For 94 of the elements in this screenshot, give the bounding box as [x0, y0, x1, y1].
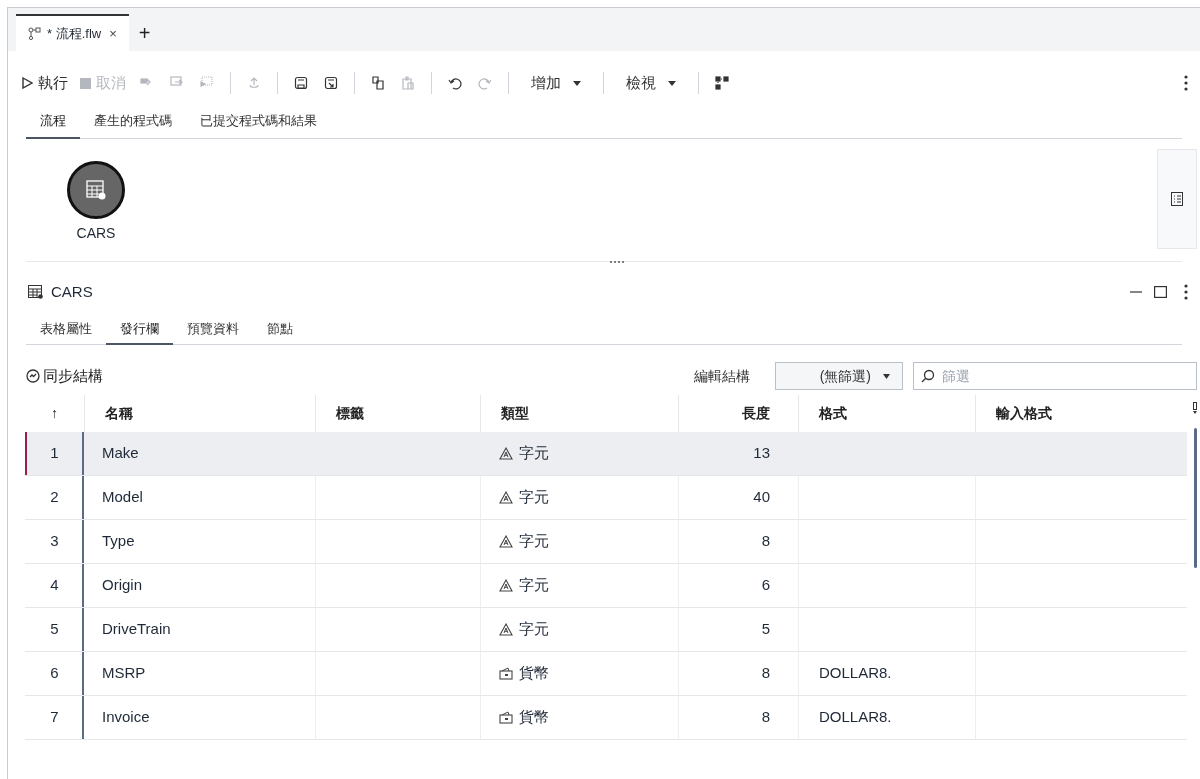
sync-icon [26, 369, 40, 383]
character-type-icon [499, 534, 513, 549]
wallet-icon [499, 711, 513, 724]
table-cell-text: Type [102, 531, 135, 552]
view-tab[interactable]: 節點 [253, 315, 307, 345]
table-cell-text: 40 [753, 487, 770, 508]
character-type-icon [499, 490, 513, 505]
table-cell-text: DriveTrain [102, 619, 171, 640]
table-cell-text: 字元 [519, 443, 549, 464]
table-cell-text: DOLLAR8. [819, 707, 892, 728]
search-field[interactable]: 篩選 [913, 362, 1197, 390]
save-icon[interactable] [294, 76, 308, 90]
save-as-icon[interactable] [324, 76, 338, 90]
table-cell-text: Model [102, 487, 143, 508]
splitter-handle[interactable] [609, 260, 625, 264]
view-tab[interactable]: 產生的程式碼 [80, 105, 186, 139]
sort-button[interactable]: ↑ [51, 403, 58, 424]
caret-icon [573, 80, 581, 86]
caret-icon [668, 80, 676, 86]
table-cell-text: 8 [761, 531, 770, 552]
table-row[interactable]: 1 Make 字元 13 [25, 432, 1187, 476]
flow-icon [28, 27, 41, 40]
table-icon [28, 285, 43, 299]
file-tab[interactable]: * 流程.flw × [16, 14, 129, 51]
table-node[interactable] [67, 161, 125, 219]
table-row[interactable]: 5 DriveTrain 字元 5 [25, 608, 1187, 652]
close-button[interactable]: × [109, 23, 117, 44]
wallet-icon [499, 667, 513, 680]
more-icon[interactable] [1184, 75, 1188, 91]
table-cell-text: Invoice [102, 707, 150, 728]
row-number: 3 [50, 531, 59, 552]
table-cell-text: 字元 [519, 575, 549, 596]
row-number: 4 [50, 575, 59, 596]
filter-dropdown[interactable]: (無篩選) [775, 362, 903, 390]
view-tab[interactable]: 預覽資料 [173, 315, 253, 345]
column-header: 輸入格式 [996, 404, 1052, 423]
table-icon [86, 180, 106, 200]
table-row[interactable]: 4 Origin 字元 6 [25, 564, 1187, 608]
row-number: 7 [50, 707, 59, 728]
table-cell-text: Make [102, 443, 139, 464]
maximize-icon[interactable] [1154, 286, 1167, 298]
field-label: 編輯結構 [694, 366, 750, 386]
column-header: 名稱 [105, 404, 133, 423]
tab-title: * 流程.flw [47, 24, 102, 43]
table-row[interactable]: 2 Model 字元 40 [25, 476, 1187, 520]
row-number: 5 [50, 619, 59, 640]
column-header: 標籤 [336, 404, 364, 423]
new-tab-button[interactable]: + [128, 14, 161, 51]
copy-icon[interactable] [371, 76, 385, 90]
undo-icon[interactable] [448, 76, 462, 90]
column-header: 格式 [819, 404, 847, 423]
panel-title: CARS [51, 281, 93, 302]
view-tab[interactable]: 發行欄 [106, 315, 173, 345]
row-number: 2 [50, 487, 59, 508]
table-row[interactable]: 3 Type 字元 8 [25, 520, 1187, 564]
table-row[interactable]: 6 MSRP 貨幣 8 DOLLAR8. [25, 652, 1187, 696]
row-number: 6 [50, 663, 59, 684]
scrollbar-thumb[interactable] [1193, 428, 1197, 568]
play-icon [22, 77, 33, 89]
table-cell-text: 貨幣 [519, 663, 549, 684]
character-type-icon [499, 446, 513, 461]
view-tab[interactable]: 流程 [26, 105, 80, 139]
list-icon[interactable] [1171, 192, 1183, 206]
node-label: CARS [76, 224, 116, 243]
column-header: 長度 [742, 404, 770, 423]
stop-icon [80, 77, 91, 89]
view-tab[interactable]: 表格屬性 [26, 315, 106, 345]
caret-icon [883, 373, 890, 379]
table-cell-text: DOLLAR8. [819, 663, 892, 684]
dropdown-menu[interactable]: 增加 [517, 68, 595, 98]
table-cell-text: 8 [761, 707, 770, 728]
layout-icon[interactable] [715, 76, 729, 90]
table-cell-text: 5 [761, 619, 770, 640]
character-type-icon [499, 622, 513, 637]
sync-button[interactable]: 同步結構 [26, 364, 103, 388]
dropdown-menu[interactable]: 檢視 [612, 68, 690, 98]
table-cell-text: 字元 [519, 487, 549, 508]
table-row[interactable]: 7 Invoice 貨幣 8 DOLLAR8. [25, 696, 1187, 740]
table-cell-text: 13 [753, 443, 770, 464]
table-cell-text: 字元 [519, 531, 549, 552]
table-cell-text: 6 [761, 575, 770, 596]
table-cell-text: 字元 [519, 619, 549, 640]
search-icon [921, 369, 935, 383]
toolbar-button[interactable]: 執行 [16, 68, 74, 98]
column-header: 類型 [501, 404, 529, 423]
table-cell-text: Origin [102, 575, 142, 596]
table-cell-text: 貨幣 [519, 707, 549, 728]
table-cell-text: MSRP [102, 663, 146, 684]
view-tab[interactable]: 已提交程式碼和結果 [186, 105, 331, 139]
more-icon[interactable] [1184, 284, 1188, 300]
character-type-icon [499, 578, 513, 593]
table-cell-text: 8 [761, 663, 770, 684]
row-number: 1 [50, 443, 59, 464]
column-menu-icon[interactable] [1193, 402, 1197, 414]
